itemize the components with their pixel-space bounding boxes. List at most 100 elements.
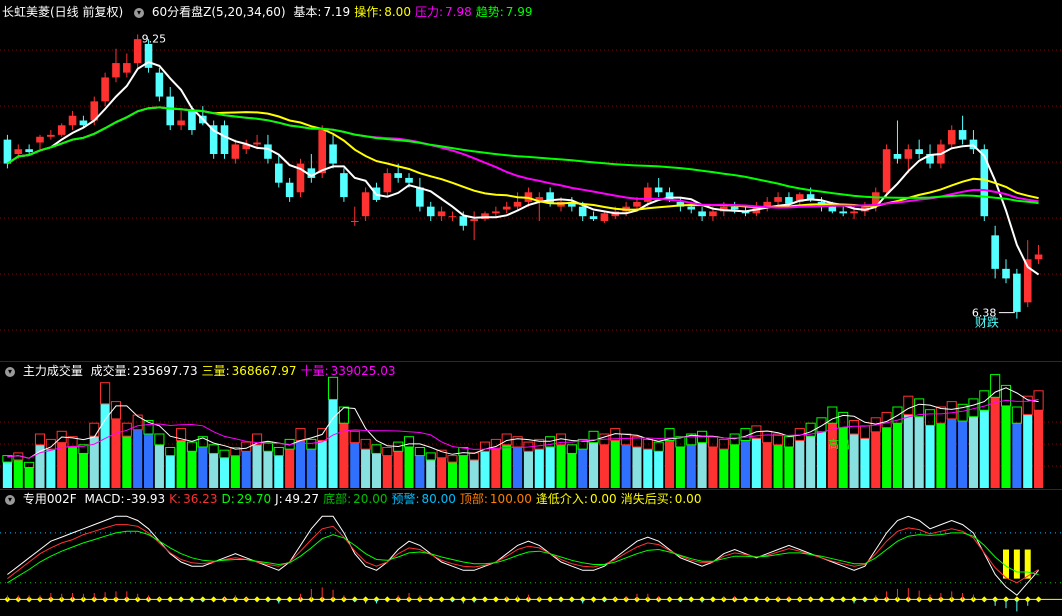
volume-bar-outline: [859, 425, 870, 439]
volume-values: 成交量: 235697.73 三量: 368667.97 十量: 339025.03: [91, 364, 400, 378]
candle-body: [448, 216, 457, 218]
price-chart[interactable]: 9.256.38财跌: [0, 0, 1062, 362]
volume-bar-outline: [165, 447, 176, 457]
candle-body: [437, 211, 446, 217]
volume-indicator-name[interactable]: 主力成交量: [23, 364, 83, 378]
candle-body: [220, 125, 229, 154]
candle-body: [459, 216, 468, 226]
volume-field-label: 三量:: [201, 364, 230, 378]
volume-bar: [57, 442, 67, 488]
volume-bar: [230, 455, 240, 488]
volume-bar: [317, 440, 327, 488]
price-field-label: 趋势:: [475, 5, 504, 19]
volume-bar: [882, 427, 892, 488]
volume-bar: [697, 442, 707, 488]
candle-body: [416, 187, 424, 207]
candle-body: [850, 211, 858, 214]
indicator-values: 基本: 7.19 操作: 8.00 压力: 7.98 趋势: 7.99: [293, 5, 536, 19]
signal-marker: [492, 596, 499, 603]
candle-body: [904, 149, 913, 159]
candle-body: [589, 216, 598, 220]
volume-bar: [914, 416, 924, 488]
candle-body: [958, 130, 967, 140]
volume-bar: [545, 446, 555, 488]
volume-bar-outline: [946, 401, 957, 420]
volume-pane: ▾ 主力成交量 成交量: 235697.73 三量: 368667.97 十量: 3390…: [0, 362, 1062, 490]
candle-body: [893, 154, 902, 159]
indicator-menu-icon[interactable]: ▾: [134, 7, 145, 18]
indicator-name[interactable]: 60分看盘Z(5,20,34,60): [152, 5, 286, 19]
candle-body: [394, 173, 402, 178]
volume-bar: [610, 440, 620, 488]
volume-bar: [133, 429, 143, 488]
candle-body: [166, 96, 175, 126]
candle-body: [730, 206, 739, 210]
volume-bar: [903, 414, 913, 488]
volume-bar: [437, 457, 447, 488]
volume-bar-outline: [100, 382, 111, 405]
oscillator-menu-icon[interactable]: ▾: [5, 494, 15, 505]
volume-bar: [24, 467, 34, 488]
volume-bar: [773, 444, 783, 488]
volume-bar: [730, 444, 740, 488]
candle-body: [513, 201, 522, 207]
event-label: 财跌: [975, 315, 999, 330]
volume-bar: [664, 440, 675, 488]
price-field-value: 7.19: [323, 5, 351, 19]
volume-bar: [165, 455, 175, 488]
signal-marker: [156, 596, 163, 603]
candle-body: [405, 177, 413, 183]
volume-menu-icon[interactable]: ▾: [5, 366, 15, 377]
volume-chart[interactable]: 高出: [0, 362, 1062, 490]
candle-body: [47, 134, 55, 137]
volume-bar: [621, 444, 631, 488]
signal-marker: [210, 596, 217, 603]
volume-bar-outline: [1000, 384, 1012, 407]
volume-bar-outline: [838, 411, 849, 429]
candle-body: [470, 219, 478, 221]
volume-bar-outline: [1022, 395, 1033, 416]
stock-title[interactable]: 长虹美菱(日线 前复权): [2, 5, 123, 19]
oscillator-indicator-name[interactable]: 专用002F: [23, 492, 77, 506]
oscillator-field-label: 底部:: [323, 492, 352, 506]
volume-bar: [295, 440, 306, 488]
volume-bar: [339, 423, 349, 488]
volume-bar: [491, 449, 501, 488]
candle-body: [1002, 268, 1010, 279]
signal-marker: [286, 596, 293, 603]
volume-bar-outline: [24, 461, 35, 468]
oscillator-field-label: 消失后买:: [620, 492, 673, 506]
volume-bar: [111, 418, 121, 488]
volume-bar: [187, 451, 197, 488]
volume-header: ▾ 主力成交量 成交量: 235697.73 三量: 368667.97 十量: 3390…: [2, 363, 404, 379]
volume-bar: [122, 436, 132, 488]
volume-bar: [209, 453, 219, 488]
volume-bar-outline: [349, 430, 360, 444]
volume-bar: [513, 446, 523, 488]
volume-bar: [1012, 423, 1022, 488]
candle-body: [492, 211, 500, 214]
volume-bar: [654, 451, 664, 488]
price-field-value: 8.00: [384, 5, 411, 19]
signal-marker: [709, 596, 716, 603]
candle-body: [654, 187, 663, 193]
volume-bar: [979, 410, 989, 488]
volume-bar: [198, 446, 208, 488]
oscillator-chart[interactable]: [0, 490, 1062, 616]
oscillator-field-label: 顶部:: [459, 492, 488, 506]
volume-bar: [892, 423, 903, 488]
volume-bar: [762, 442, 772, 488]
candle-body: [188, 110, 196, 131]
candle-body: [25, 149, 33, 153]
volume-bar: [860, 438, 870, 488]
candle-body: [882, 149, 891, 193]
volume-bar: [415, 455, 425, 488]
volume-bar: [740, 440, 751, 488]
series-j-line: [7, 515, 1039, 596]
oscillator-field-value: 0.00: [674, 492, 702, 506]
volume-bar: [458, 455, 468, 488]
volume-bar: [480, 451, 490, 488]
price-header: 长虹美菱(日线 前复权) ▾ 60分看盘Z(5,20,34,60) 基本: 7.1…: [2, 4, 540, 20]
candle-body: [285, 182, 294, 198]
oscillator-field-value: 29.70: [236, 492, 272, 506]
